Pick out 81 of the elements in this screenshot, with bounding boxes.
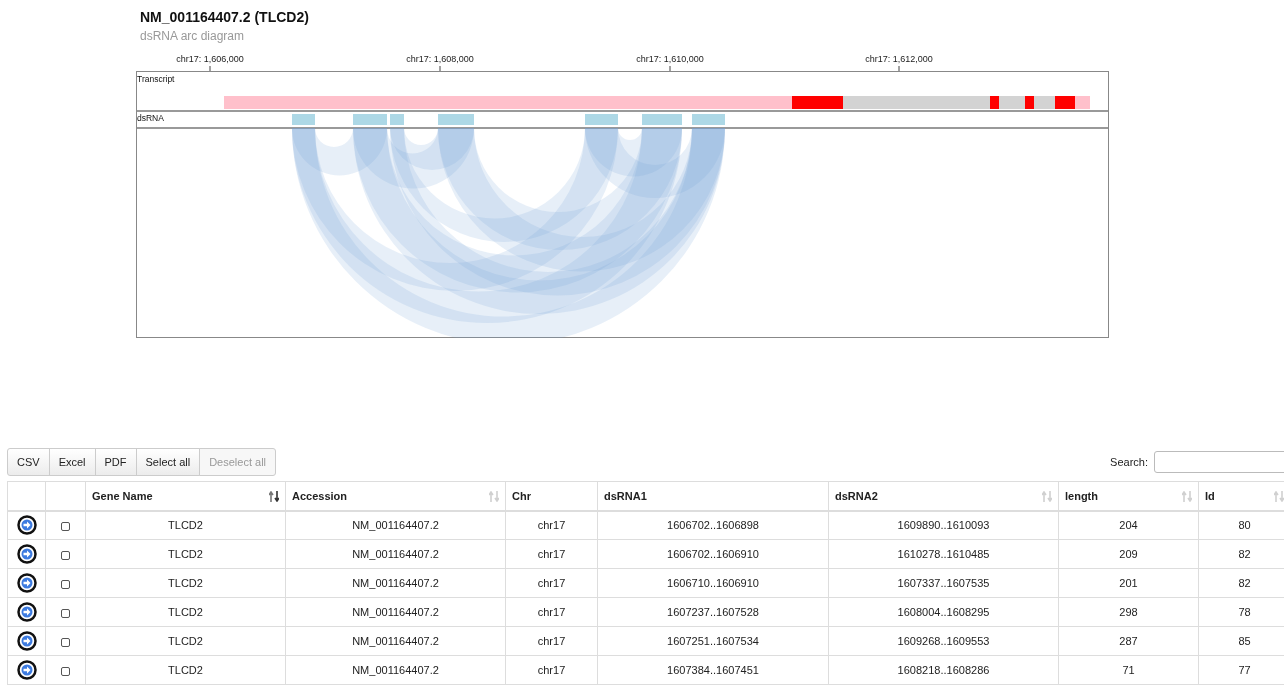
table-cell: 1606710..1606910 xyxy=(667,577,759,589)
table-cell: 287 xyxy=(1119,635,1138,647)
table-cell: 80 xyxy=(1238,519,1251,532)
table-cell: TLCD2 xyxy=(168,606,203,618)
table-cell: 1607237..1607528 xyxy=(667,606,759,618)
axis-tick xyxy=(898,65,900,72)
table-cell: 1609890..1610093 xyxy=(897,519,990,532)
dsrna-segment xyxy=(390,114,404,125)
dsrna-segment xyxy=(692,114,725,125)
table-cell: 82 xyxy=(1238,577,1251,589)
column-header[interactable]: length xyxy=(1065,489,1098,502)
page-title: NM_001164407.2 (TLCD2) xyxy=(140,8,309,26)
row-checkbox[interactable] xyxy=(61,666,70,676)
sort-icon[interactable] xyxy=(269,491,279,502)
column-header[interactable]: Gene Name xyxy=(92,489,153,502)
dsrna-segment xyxy=(642,114,682,125)
table-cell: 1609268..1609553 xyxy=(897,635,990,647)
table-cell: 1608218..1608286 xyxy=(897,664,990,676)
table-cell: 1608004..1608295 xyxy=(897,606,990,618)
row-checkbox[interactable] xyxy=(61,550,70,560)
page-subtitle: dsRNA arc diagram xyxy=(140,28,245,44)
axis-label: chr17: 1,608,000 xyxy=(406,54,474,64)
table-cell: 298 xyxy=(1119,606,1138,618)
table-cell: 1606702..1606898 xyxy=(667,519,759,532)
table-cell: NM_001164407.2 xyxy=(352,577,439,589)
track-label: Transcript xyxy=(137,74,175,84)
table-cell: TLCD2 xyxy=(168,548,203,560)
table-cell: 85 xyxy=(1238,635,1251,647)
column-header[interactable]: Accession xyxy=(292,489,348,502)
dsrna-segment xyxy=(585,114,618,125)
export-button[interactable]: CSV xyxy=(7,448,50,476)
column-header[interactable]: Id xyxy=(1205,489,1215,502)
axis-label: chr17: 1,606,000 xyxy=(176,54,244,64)
table-cell: NM_001164407.2 xyxy=(352,548,439,560)
table-cell: 201 xyxy=(1119,577,1138,589)
table-cell: chr17 xyxy=(537,664,566,676)
table-cell: 77 xyxy=(1238,664,1251,676)
dsrna-segment xyxy=(292,114,315,125)
row-checkbox[interactable] xyxy=(61,579,70,589)
column-header[interactable]: dsRNA2 xyxy=(835,489,878,502)
table-cell: 209 xyxy=(1119,548,1138,560)
axis-label: chr17: 1,610,000 xyxy=(636,54,704,64)
table-cell: NM_001164407.2 xyxy=(352,664,439,676)
table-cell: TLCD2 xyxy=(168,577,203,589)
table-cell: 78 xyxy=(1238,606,1251,618)
export-button[interactable]: PDF xyxy=(94,448,137,476)
axis-tick xyxy=(669,65,671,72)
dsrna-segment xyxy=(353,114,387,125)
table-cell: 1607251..1607534 xyxy=(667,635,759,647)
table-cell: 82 xyxy=(1238,548,1251,560)
table-cell: 1607337..1607535 xyxy=(897,577,990,589)
track-label: dsRNA xyxy=(137,113,164,123)
table-cell: chr17 xyxy=(537,606,566,618)
export-button[interactable]: Excel xyxy=(48,448,96,476)
table-cell: NM_001164407.2 xyxy=(352,519,439,532)
table-cell: 1606702..1606910 xyxy=(667,548,759,560)
search-label: Search: xyxy=(1110,456,1148,468)
table-cell: 1610278..1610485 xyxy=(897,548,990,560)
table-cell: chr17 xyxy=(537,548,566,560)
row-checkbox[interactable] xyxy=(61,521,70,531)
table-cell: chr17 xyxy=(537,519,566,532)
table-cell: chr17 xyxy=(537,635,566,647)
axis-tick xyxy=(209,65,211,72)
table-cell: TLCD2 xyxy=(168,519,203,532)
table-cell: 204 xyxy=(1119,519,1138,532)
table-cell: 1607384..1607451 xyxy=(667,664,759,676)
row-checkbox[interactable] xyxy=(61,637,70,647)
table-cell: TLCD2 xyxy=(168,635,203,647)
dsrna-segment xyxy=(438,114,474,125)
table-cell: TLCD2 xyxy=(168,664,203,676)
table-cell: 71 xyxy=(1122,664,1135,676)
column-header[interactable]: Chr xyxy=(512,489,531,502)
table-cell: NM_001164407.2 xyxy=(352,635,439,647)
axis-tick xyxy=(439,65,441,72)
search-field[interactable] xyxy=(1154,451,1284,473)
table-cell: chr17 xyxy=(537,577,566,589)
axis-label: chr17: 1,612,000 xyxy=(865,54,933,64)
export-button[interactable]: Select all xyxy=(135,448,201,476)
row-checkbox[interactable] xyxy=(61,608,70,618)
table-cell: NM_001164407.2 xyxy=(352,606,439,618)
column-header[interactable]: dsRNA1 xyxy=(604,489,647,502)
